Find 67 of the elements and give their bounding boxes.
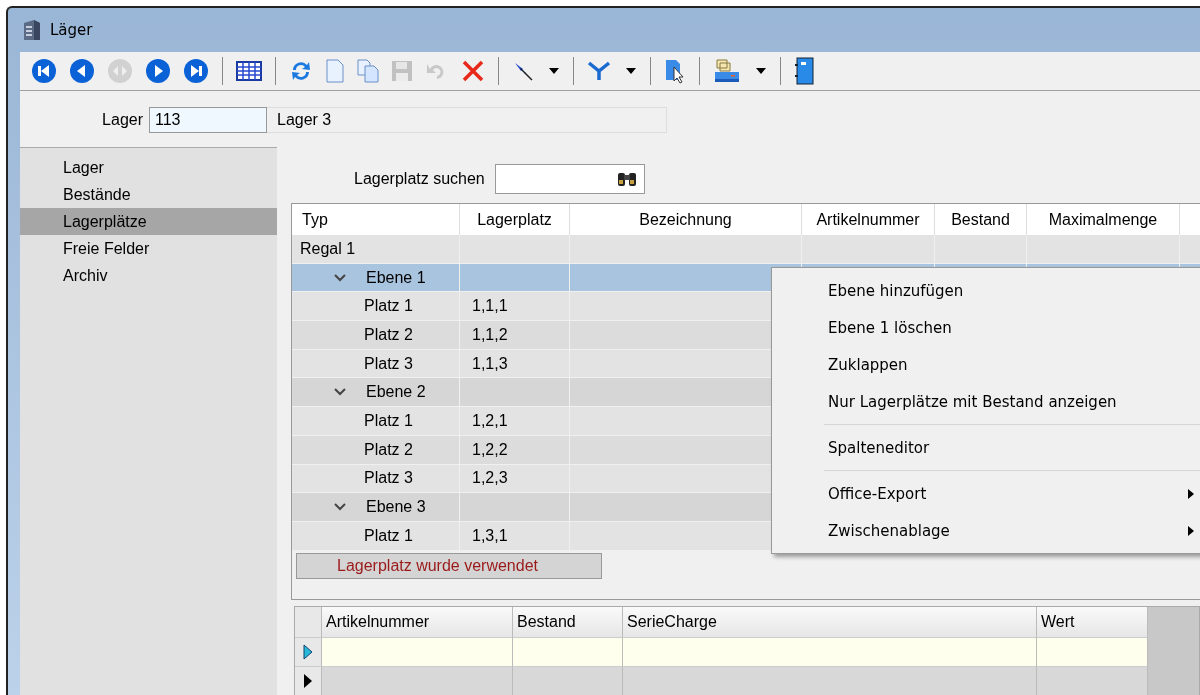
filter-icon[interactable] xyxy=(587,60,611,82)
type-text: Platz 1 xyxy=(364,526,413,545)
location-code: 1,1,3 xyxy=(472,354,508,373)
type-text: Platz 3 xyxy=(364,469,413,488)
table-icon[interactable] xyxy=(236,60,262,82)
type-text: Platz 2 xyxy=(364,325,413,344)
location-code: 1,1,2 xyxy=(472,325,508,344)
column-header[interactable]: Bestand xyxy=(513,606,623,638)
book-icon[interactable] xyxy=(794,57,814,85)
header-corner xyxy=(295,606,322,638)
printer-icon[interactable] xyxy=(713,58,741,84)
sidebar-item[interactable]: Archiv xyxy=(20,262,277,289)
refresh-icon[interactable] xyxy=(289,59,313,83)
search-label: Lagerplatz suchen xyxy=(354,170,485,188)
back-icon[interactable] xyxy=(69,58,95,84)
tree-row[interactable]: Regal 1 xyxy=(292,235,1200,264)
table-cell[interactable] xyxy=(513,637,623,667)
type-text: Ebene 2 xyxy=(366,383,426,402)
location-code: 1,2,2 xyxy=(472,440,508,459)
type-text: Platz 3 xyxy=(364,354,413,373)
dropdown-caret-icon[interactable] xyxy=(548,67,560,75)
submenu-arrow-icon xyxy=(1188,525,1194,536)
sidebar-item[interactable]: Lager xyxy=(20,154,277,181)
column-header[interactable]: SerieCharge xyxy=(623,606,1037,638)
table-cell[interactable] xyxy=(513,666,623,695)
type-text: Platz 1 xyxy=(364,297,413,316)
chevron-down-icon[interactable] xyxy=(334,388,346,397)
legend-label: Lagerplatz wurde verwendet xyxy=(296,552,602,579)
field-label: Lager xyxy=(101,111,144,129)
dropdown-caret-icon[interactable] xyxy=(625,67,637,75)
location-code: 1,2,1 xyxy=(472,411,508,430)
window-title: Läger xyxy=(50,21,93,39)
sidebar-item[interactable]: Freie Felder xyxy=(20,235,277,262)
binoculars-icon[interactable] xyxy=(615,171,638,187)
table-cell[interactable] xyxy=(1037,666,1148,695)
chevron-down-icon[interactable] xyxy=(334,503,346,512)
table-cell[interactable] xyxy=(322,637,513,667)
location-code: 1,2,3 xyxy=(472,469,508,488)
forward-icon[interactable] xyxy=(145,58,171,84)
skip-back-icon[interactable] xyxy=(31,58,57,84)
table-cell[interactable] xyxy=(322,666,513,695)
table-cell[interactable] xyxy=(623,666,1037,695)
chevron-down-icon[interactable] xyxy=(334,273,346,282)
lager-number-field[interactable]: 113 xyxy=(149,107,267,133)
location-code: 1,3,1 xyxy=(472,526,508,545)
column-header[interactable]: Wert xyxy=(1037,606,1148,638)
type-text: Platz 2 xyxy=(364,440,413,459)
dropdown-caret-icon[interactable] xyxy=(755,67,767,75)
skip-forward-icon[interactable] xyxy=(183,58,209,84)
sidebar-item[interactable]: Bestände xyxy=(20,181,277,208)
type-text: Ebene 1 xyxy=(366,268,426,287)
description-field: Lager 3 xyxy=(267,107,667,133)
sidebar-item[interactable]: Lagerplätze xyxy=(20,208,277,235)
type-text: Ebene 3 xyxy=(366,498,426,517)
column-header[interactable]: Artikelnummer xyxy=(322,606,513,638)
delete-icon[interactable] xyxy=(461,59,485,83)
pin-icon[interactable] xyxy=(512,60,534,82)
document-cursor-icon[interactable] xyxy=(664,58,686,84)
table-cell[interactable] xyxy=(1037,637,1148,667)
type-text: Platz 1 xyxy=(364,411,413,430)
submenu-arrow-icon xyxy=(1188,488,1194,499)
row-header[interactable] xyxy=(295,666,322,695)
building-icon xyxy=(22,19,42,41)
table-cell[interactable] xyxy=(623,637,1037,667)
search-field[interactable] xyxy=(494,164,645,194)
type-text: Regal 1 xyxy=(300,239,356,258)
location-code: 1,1,1 xyxy=(472,297,508,316)
